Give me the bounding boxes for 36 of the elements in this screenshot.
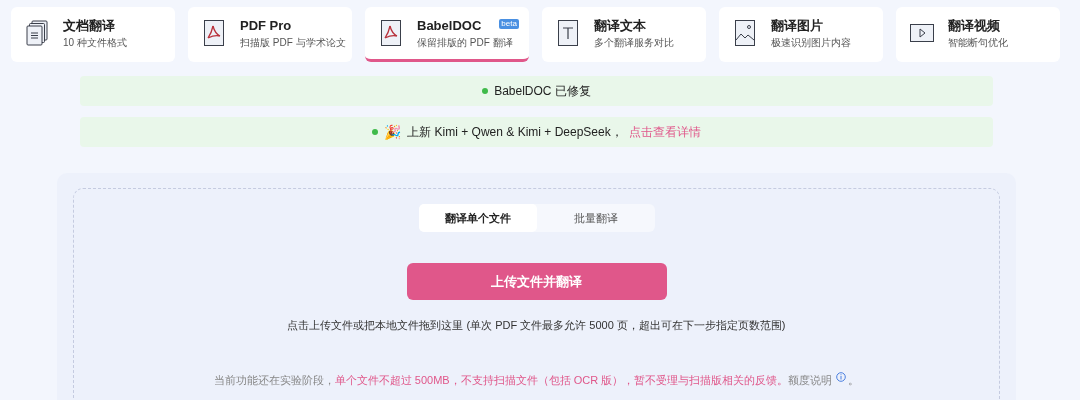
mode-tab[interactable]: 翻译单个文件 [418,204,537,232]
party-emoji-icon: 🎉 [384,121,402,143]
tool-subtitle: 智能断句优化 [948,35,1008,49]
notice-text: BabelDOC 已修复 [494,83,591,100]
tool-card[interactable]: PDF Pro 扫描版 PDF 与学术论文 [188,7,352,62]
tool-card[interactable]: 翻译图片 极速识别图片内容 [719,7,883,62]
tool-subtitle: 多个翻译服务对比 [594,35,674,49]
documents-icon [26,20,48,46]
video-icon [910,24,934,42]
tool-title: PDF Pro [240,17,292,34]
upload-hint: 点击上传文件或把本地文件拖到这里 (单次 PDF 文件最多允许 5000 页，超出可在下一步指定页数范围) [287,318,786,333]
image-file-icon [735,20,755,46]
tool-card[interactable]: 翻译文本 多个翻译服务对比 [542,7,706,62]
tool-title: 翻译文本 [594,17,646,34]
upload-button[interactable]: 上传文件并翻译 [406,263,667,300]
tool-title: 翻译视频 [948,17,1000,34]
tool-title: BabelDOC [417,17,482,34]
note-period: 。 [848,372,860,388]
info-icon[interactable] [836,371,847,382]
tool-card[interactable]: 翻译视频 智能断句优化 [896,7,1060,62]
beta-badge: beta [499,18,519,29]
notice-text: 上新 Kimi + Qwen & Kimi + DeepSeek， [407,124,623,141]
text-file-icon [558,20,578,46]
tool-subtitle: 10 种文件格式 [63,35,127,49]
tool-title: 文档翻译 [63,17,115,34]
drop-zone[interactable]: 翻译单个文件 批量翻译 上传文件并翻译 点击上传文件或把本地文件拖到这里 (单次 PDF 文件最多允许 5000 页，超出可在下一步指定页数范围) 当前功能还在实验阶段，单个文件不超过 500MB，不支持扫描文件（包括 OCR 版），暂不受理与扫描版相关的反馈。额度说明 。 [73,188,1000,400]
tool-card[interactable]: BabelDOC beta 保留排版的 PDF 翻译 [365,7,529,62]
tool-subtitle: 保留排版的 PDF 翻译 [417,35,514,49]
tool-subtitle: 极速识别图片内容 [771,35,851,49]
mode-tab[interactable]: 批量翻译 [536,204,655,232]
tool-card[interactable]: 文档翻译 10 种文件格式 [11,7,175,62]
tool-subtitle: 扫描版 PDF 与学术论文 [240,35,346,49]
usage-note: 当前功能还在实验阶段，单个文件不超过 500MB，不支持扫描文件（包括 OCR 版），暂不受理与扫描版相关的反馈。额度说明 [213,372,833,388]
tool-title: 翻译图片 [771,17,823,34]
pdf-file-icon [204,20,224,46]
pdf-file-icon [381,20,401,46]
